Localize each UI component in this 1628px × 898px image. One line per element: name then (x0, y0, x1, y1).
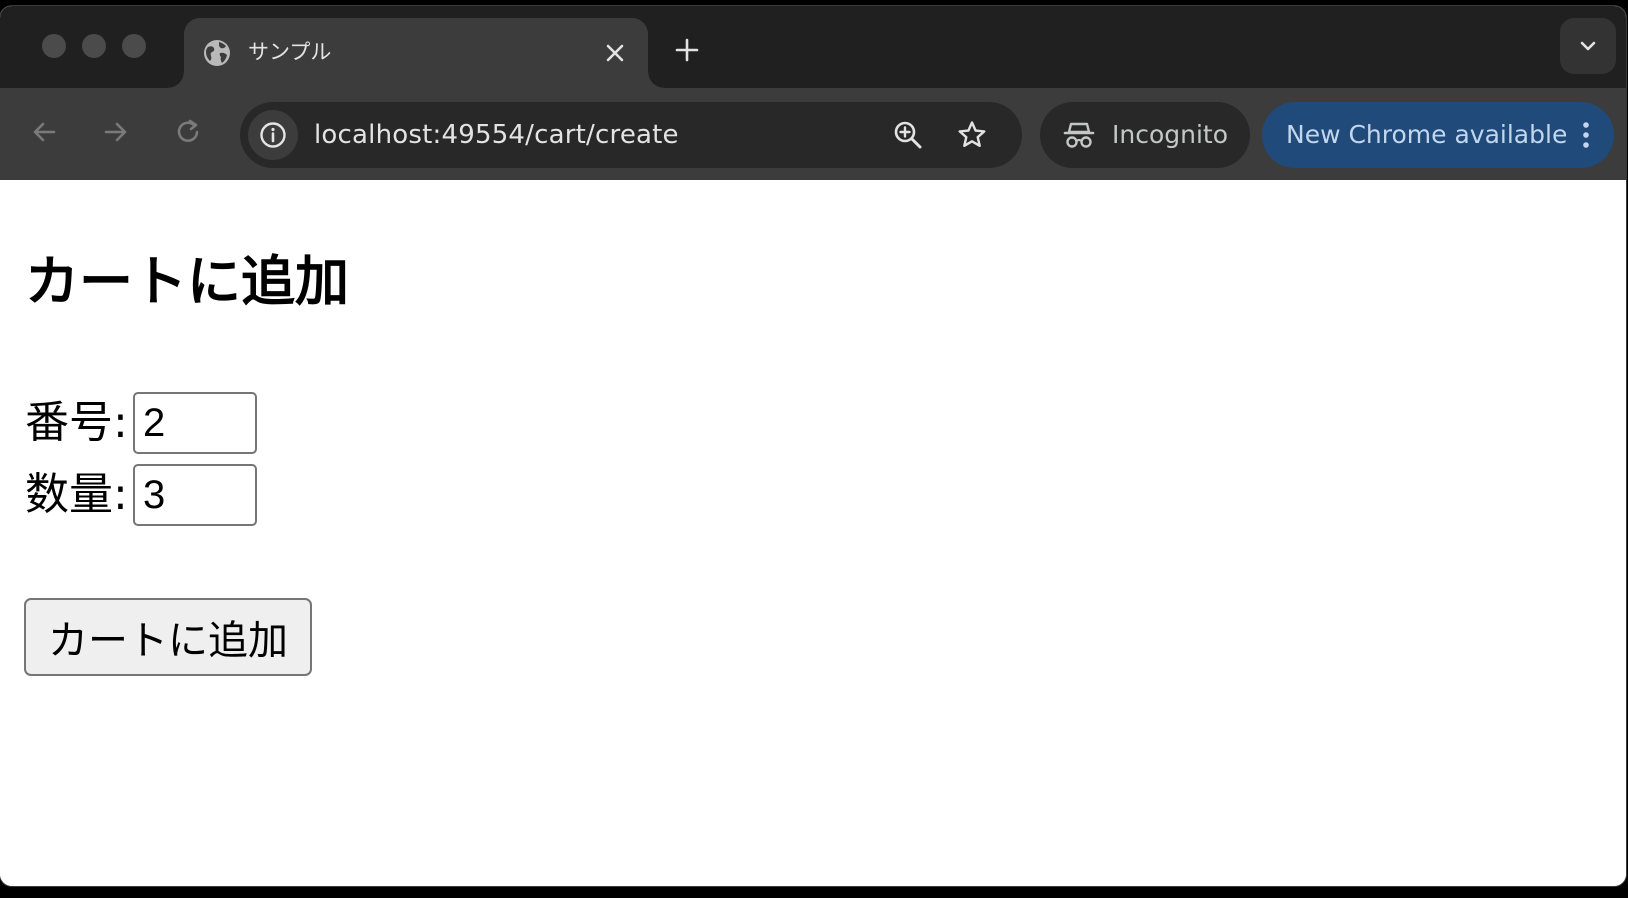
quantity-label: 数量: (25, 469, 128, 520)
new-tab-plus-icon[interactable] (673, 36, 701, 64)
tab-search-button[interactable] (1560, 18, 1616, 74)
incognito-label: Incognito (1112, 120, 1229, 149)
more-vert-icon[interactable] (1578, 119, 1594, 151)
reload-icon[interactable] (172, 116, 204, 148)
incognito-indicator[interactable]: Incognito (1040, 102, 1250, 168)
page-content: カートに追加 番号: 数量: カートに追加 (0, 180, 1626, 886)
incognito-icon (1063, 122, 1095, 148)
browser-toolbar: localhost:49554/cart/create Incognito Ne… (0, 88, 1626, 180)
chevron-down-icon (1580, 41, 1596, 51)
back-arrow-icon[interactable] (28, 116, 60, 148)
globe-icon (204, 40, 230, 66)
add-to-cart-button[interactable]: カートに追加 (24, 598, 312, 676)
quantity-input[interactable] (133, 464, 257, 526)
bookmark-star-icon[interactable] (956, 119, 988, 151)
window-zoom-button[interactable] (122, 34, 146, 58)
update-label: New Chrome available (1286, 120, 1568, 149)
zoom-in-icon[interactable] (892, 119, 924, 151)
browser-window: サンプル localhost:49554/cart/create Incogni… (0, 6, 1626, 886)
item-number-label: 番号: (25, 397, 128, 448)
update-chrome-button[interactable]: New Chrome available (1262, 102, 1614, 168)
forward-arrow-icon[interactable] (100, 116, 132, 148)
close-icon[interactable] (602, 40, 628, 66)
address-bar[interactable]: localhost:49554/cart/create (240, 102, 1022, 168)
page-title: カートに追加 (25, 250, 349, 313)
item-number-input[interactable] (133, 392, 257, 454)
url-text[interactable]: localhost:49554/cart/create (314, 118, 679, 152)
tab-active[interactable]: サンプル (168, 18, 664, 88)
window-close-button[interactable] (42, 34, 66, 58)
tab-title: サンプル (248, 40, 332, 64)
info-icon (260, 122, 286, 148)
tab-strip: サンプル (0, 6, 1626, 88)
site-info-button[interactable] (248, 110, 298, 160)
window-minimize-button[interactable] (82, 34, 106, 58)
